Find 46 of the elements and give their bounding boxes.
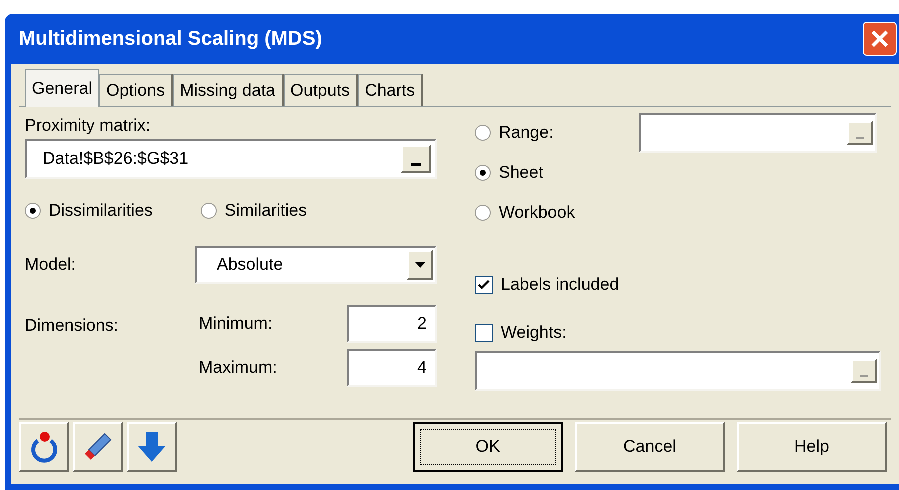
field-label: Minimum: — [199, 313, 274, 336]
close-icon — [870, 29, 890, 49]
field-label: Proximity matrix: — [25, 115, 152, 137]
dialog-button[interactable]: Cancel — [575, 422, 725, 472]
checkbox-label: Weights: — [501, 322, 567, 344]
tab[interactable]: Outputs — [284, 74, 358, 106]
refresh-icon — [29, 431, 59, 463]
eraser-icon — [83, 432, 113, 462]
eraser-button[interactable] — [73, 422, 123, 472]
number-field[interactable]: 2 — [347, 305, 437, 343]
caret-icon — [414, 262, 426, 268]
radio-button[interactable] — [200, 203, 217, 219]
close-button[interactable] — [863, 22, 897, 56]
tab[interactable]: Charts — [358, 74, 424, 106]
checkbox-label: Labels included — [501, 274, 620, 296]
down-arrow-icon — [137, 431, 167, 463]
dialog-button[interactable]: OK — [413, 422, 563, 472]
collapse-button[interactable] — [401, 145, 431, 173]
radio-button[interactable] — [475, 125, 491, 141]
proximity-matrix-field[interactable]: Data!$B$26:$G$31 — [25, 139, 437, 179]
number-field[interactable]: 4 — [347, 349, 437, 387]
tab[interactable]: Missing data — [173, 74, 284, 106]
radio-button[interactable] — [475, 165, 491, 181]
radio-label: Dissimilarities — [49, 200, 153, 222]
weights-field[interactable] — [475, 351, 881, 391]
radio-label: Similarities — [224, 200, 308, 222]
radio-button[interactable] — [475, 205, 491, 221]
window-title: Multidimensional Scaling (MDS) — [19, 27, 322, 52]
browse-button[interactable] — [847, 121, 873, 145]
field-label: Model: — [25, 254, 78, 276]
checkbox[interactable] — [475, 324, 493, 342]
range-field[interactable] — [639, 113, 877, 153]
model-dropdown[interactable]: Absolute — [195, 246, 437, 284]
radio-label: Sheet — [499, 162, 544, 184]
refresh-button[interactable] — [19, 422, 69, 472]
field-label: Dimensions: — [25, 315, 120, 337]
browse-button[interactable] — [851, 359, 877, 383]
tab[interactable]: General — [25, 69, 100, 107]
checkbox[interactable] — [475, 276, 493, 294]
radio-button[interactable] — [25, 203, 41, 219]
down-button[interactable] — [127, 422, 177, 472]
field-label: Maximum: — [199, 357, 278, 380]
radio-label: Workbook — [499, 202, 576, 224]
radio-label: Range: — [499, 122, 554, 144]
tab[interactable]: Options — [99, 74, 174, 106]
dialog-button[interactable]: Help — [737, 422, 887, 472]
